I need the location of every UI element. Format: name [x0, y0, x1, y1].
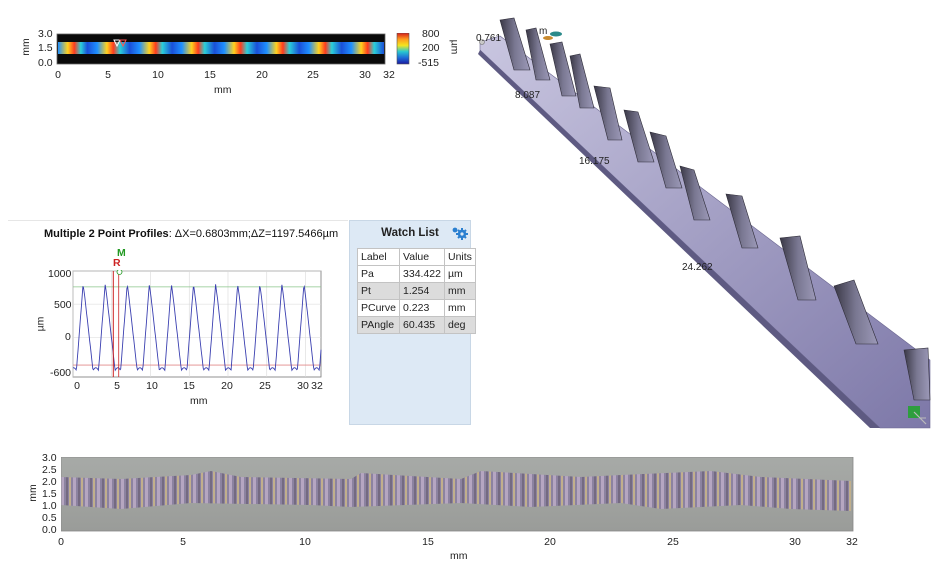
table-row[interactable]: Pt 1.254 mm — [356, 282, 476, 300]
optical-y-tick: 0.5 — [42, 512, 57, 524]
heatmap-x-tick: 0 — [55, 69, 61, 81]
gear-icon[interactable] — [451, 225, 469, 241]
profile-x-tick: 25 — [259, 380, 271, 392]
cell-label: Pt — [356, 282, 401, 300]
optical-x-tick: 20 — [544, 536, 556, 548]
heatmap-x-tick: 15 — [204, 69, 216, 81]
optical-y-axis-label: mm — [26, 484, 39, 502]
heatmap-image[interactable] — [56, 33, 392, 69]
heatmap-x-tick: 20 — [256, 69, 268, 81]
optical-x-tick: 10 — [299, 536, 311, 548]
optical-x-axis-label: mm — [450, 550, 468, 562]
view3d-label: 24.262 — [682, 262, 713, 273]
cell-units: µm — [443, 265, 476, 283]
view3d-render[interactable] — [470, 0, 940, 430]
heatmap-x-tick: 25 — [307, 69, 319, 81]
heatmap-x-tick: 32 — [383, 69, 395, 81]
heatmap-colorbar — [396, 33, 410, 65]
profile-y-axis-label: µm — [34, 316, 47, 332]
heatmap-y-tick: 0.0 — [38, 57, 53, 69]
optical-y-tick: 0.0 — [42, 524, 57, 536]
profile-x-tick: 5 — [114, 380, 120, 392]
colorbar-tick: 800 — [422, 28, 440, 40]
profile-title-measure: : ΔX=0.6803mm;ΔZ=1197.5466µm — [168, 228, 339, 240]
profile-x-tick: 20 — [221, 380, 233, 392]
optical-x-tick: 0 — [58, 536, 64, 548]
column-header: Units — [443, 248, 476, 266]
table-row[interactable]: PAngle 60.435 deg — [356, 316, 476, 334]
profile-y-tick: 0 — [65, 331, 71, 343]
profile-plot[interactable] — [72, 270, 322, 378]
heatmap-y-axis-label: mm — [19, 38, 32, 56]
cell-value: 60.435 — [399, 316, 445, 334]
optical-x-tick: 15 — [422, 536, 434, 548]
table-row[interactable]: Pa 334.422 µm — [356, 265, 476, 283]
optical-x-tick: 5 — [180, 536, 186, 548]
profile-x-tick: 30 — [297, 380, 309, 392]
cell-label: PAngle — [356, 316, 401, 334]
optical-x-tick: 32 — [846, 536, 858, 548]
cell-units: deg — [443, 316, 476, 334]
heatmap-x-tick: 5 — [105, 69, 111, 81]
profile-x-tick: 15 — [183, 380, 195, 392]
cursor-m-handle — [116, 270, 123, 275]
heatmap-y-tick: 3.0 — [38, 28, 53, 40]
profile-title-bold: Multiple 2 Point Profiles — [44, 228, 169, 240]
colorbar-unit: µm — [448, 39, 461, 55]
cell-label: Pa — [356, 265, 401, 283]
cell-value: 1.254 — [399, 282, 445, 300]
optical-y-tick: 2.0 — [42, 476, 57, 488]
column-header: Value — [399, 248, 445, 266]
cell-units: mm — [443, 282, 476, 300]
view3d-label: 16.175 — [579, 156, 610, 167]
cell-units: mm — [443, 299, 476, 317]
profile-y-tick: 500 — [54, 299, 72, 311]
heatmap-x-tick: 10 — [152, 69, 164, 81]
profile-x-tick: 0 — [74, 380, 80, 392]
cell-value: 0.223 — [399, 299, 445, 317]
watch-list-table: Label Value Units Pa 334.422 µm Pt 1.254… — [356, 248, 476, 334]
optical-x-tick: 30 — [789, 536, 801, 548]
profile-x-tick: 32 — [311, 380, 323, 392]
colorbar-tick: 200 — [422, 42, 440, 54]
heatmap-y-tick: 1.5 — [38, 42, 53, 54]
colorbar-tick: -515 — [418, 57, 440, 69]
heatmap-x-tick: 30 — [359, 69, 371, 81]
cell-label: PCurve — [356, 299, 401, 317]
heatmap-x-axis-label: mm — [214, 84, 232, 96]
view3d-label: 8.087 — [515, 90, 541, 101]
view3d-label: 0.761 — [476, 33, 502, 44]
profile-y-tick: 1000 — [48, 268, 72, 280]
optical-image[interactable] — [61, 457, 854, 532]
view3d-label-partial: m — [539, 26, 548, 37]
cursor-r-label: R — [113, 257, 121, 269]
profile-x-tick: 10 — [146, 380, 158, 392]
profile-x-axis-label: mm — [190, 395, 208, 407]
optical-x-tick: 25 — [667, 536, 679, 548]
cell-value: 334.422 — [399, 265, 445, 283]
optical-y-tick: 2.5 — [42, 464, 57, 476]
optical-y-tick: 1.5 — [42, 488, 57, 500]
column-header: Label — [356, 248, 401, 266]
profile-title: Multiple 2 Point Profiles: ΔX=0.6803mm;Δ… — [44, 228, 338, 240]
optical-y-tick: 1.0 — [42, 500, 57, 512]
watch-list-panel: Watch List Label Value Units Pa 334.422 … — [349, 220, 476, 425]
watch-list-header-row: Label Value Units — [356, 248, 476, 266]
table-row[interactable]: PCurve 0.223 mm — [356, 299, 476, 317]
optical-y-tick: 3.0 — [42, 452, 57, 464]
profile-y-tick: -600 — [50, 367, 72, 379]
